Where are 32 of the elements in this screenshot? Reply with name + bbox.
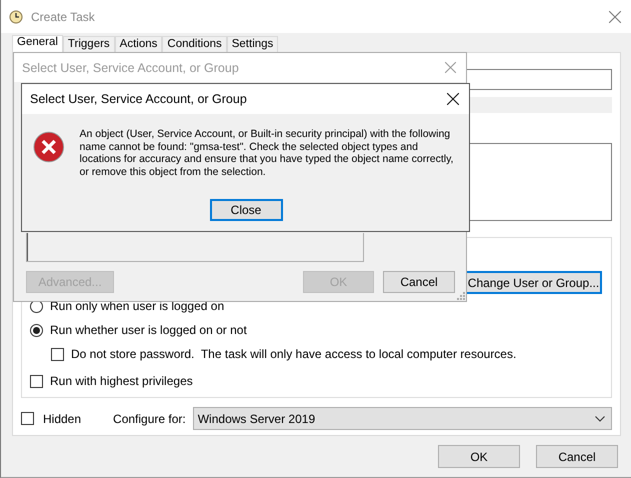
configure-label: Configure for: (113, 412, 186, 426)
resize-grip-icon[interactable] (456, 291, 465, 300)
dialog-button[interactable]: OK (438, 445, 520, 468)
option-label: Run whether user is logged on or not (50, 323, 247, 337)
option-label: Run with highest privileges (50, 374, 193, 388)
hidden-label: Hidden (43, 412, 82, 426)
input-field[interactable] (464, 69, 612, 90)
configure-dropdown[interactable]: Windows Server 2019 (192, 407, 612, 430)
tab[interactable]: Actions (114, 36, 162, 52)
tab[interactable]: Settings (226, 36, 278, 52)
option-label: Run only when user is logged on (50, 299, 224, 313)
error-message: An object (User, Service Account, or Built-in security principal) with the following name cannot be found: "gmsa-test". Check the selected object types and locations for accuracy and ensure that you have typed the object name correctly, or remove this object from the selection. (80, 128, 454, 178)
option-label: Do not store password. The task will only have access to local computer resources. (71, 347, 516, 361)
checkbox[interactable] (21, 412, 34, 425)
change-user-button[interactable]: Change User or Group... (465, 271, 602, 294)
names-field[interactable] (26, 233, 364, 262)
dialog-title: Select User, Service Account, or Group (30, 92, 247, 106)
tab[interactable]: General (12, 35, 63, 52)
dialog-button[interactable]: Cancel (383, 271, 455, 293)
chevron-icon (595, 416, 605, 422)
tab[interactable]: Triggers (62, 36, 115, 52)
tab[interactable]: Conditions (162, 36, 227, 52)
checkbox[interactable] (30, 374, 43, 388)
error-icon (33, 131, 65, 163)
clock-icon (9, 10, 23, 24)
dialog-title: Select User, Service Account, or Group (22, 60, 239, 74)
window-title: Create Task (31, 10, 95, 24)
dialog-button[interactable]: Cancel (536, 445, 618, 468)
close-button[interactable]: Close (210, 199, 282, 221)
close-icon[interactable] (447, 93, 459, 105)
checkbox[interactable] (51, 348, 64, 360)
radio-button[interactable] (30, 324, 43, 336)
